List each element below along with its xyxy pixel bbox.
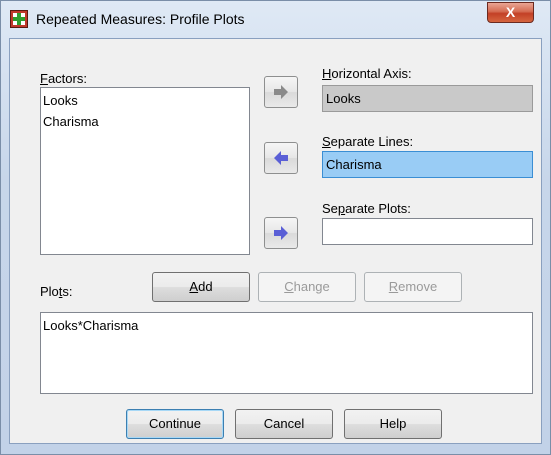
plots-listbox[interactable]: Looks*Charisma xyxy=(40,312,533,394)
dialog-window: Repeated Measures: Profile Plots X Facto… xyxy=(0,0,551,455)
continue-button[interactable]: Continue xyxy=(126,409,224,439)
separate-lines-field[interactable]: Charisma xyxy=(322,151,533,178)
arrow-left-icon xyxy=(274,151,288,165)
close-button[interactable]: X xyxy=(487,2,534,23)
list-item[interactable]: Charisma xyxy=(43,111,247,132)
help-button[interactable]: Help xyxy=(344,409,442,439)
horizontal-axis-field[interactable]: Looks xyxy=(322,85,533,112)
separate-plots-field[interactable] xyxy=(322,218,533,245)
horizontal-axis-label: Horizontal Axis: xyxy=(322,66,412,81)
plots-label: Plots: xyxy=(40,284,73,299)
remove-plot-button[interactable]: Remove xyxy=(364,272,462,302)
list-item[interactable]: Looks xyxy=(43,90,247,111)
separate-plots-label: Separate Plots: xyxy=(322,201,411,216)
window-title: Repeated Measures: Profile Plots xyxy=(36,11,245,27)
arrow-right-icon xyxy=(274,85,288,99)
change-plot-button[interactable]: Change xyxy=(258,272,356,302)
arrow-right-icon xyxy=(274,226,288,240)
factors-label: Factors: xyxy=(40,71,87,86)
separate-lines-label: Separate Lines: xyxy=(322,134,414,149)
factors-listbox[interactable]: Looks Charisma xyxy=(40,87,250,255)
dialog-body: Factors: Looks Charisma Horizontal Axis:… xyxy=(9,38,542,444)
cancel-button[interactable]: Cancel xyxy=(235,409,333,439)
add-plot-button[interactable]: Add xyxy=(152,272,250,302)
move-from-separate-lines-button[interactable] xyxy=(264,142,298,174)
list-item[interactable]: Looks*Charisma xyxy=(43,315,530,336)
move-to-separate-plots-button[interactable] xyxy=(264,217,298,249)
app-icon xyxy=(10,10,28,28)
move-to-horizontal-axis-button[interactable] xyxy=(264,76,298,108)
title-bar[interactable]: Repeated Measures: Profile Plots X xyxy=(1,1,550,37)
